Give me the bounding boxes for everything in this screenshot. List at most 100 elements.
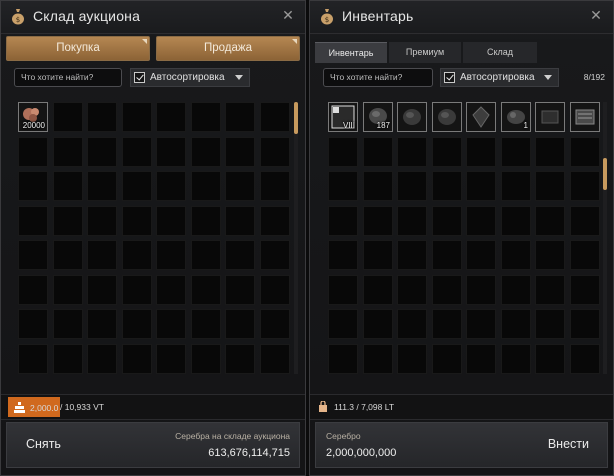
auction-slot[interactable] [225,102,255,132]
auction-scroll-thumb[interactable] [294,102,298,134]
checkbox-checked-icon[interactable] [134,72,145,83]
dropdown-arrow-icon[interactable] [544,75,552,80]
inventory-slot[interactable]: 1 [501,102,531,132]
auction-slot[interactable] [156,102,186,132]
auction-slot[interactable] [260,309,290,339]
inventory-slot[interactable] [535,137,565,167]
inventory-slot[interactable] [535,171,565,201]
inventory-slot[interactable] [363,275,393,305]
inventory-slot[interactable] [501,171,531,201]
inventory-slot[interactable] [328,275,358,305]
auction-slot[interactable] [191,240,221,270]
inventory-slot[interactable] [466,344,496,374]
inventory-autosort-toggle[interactable]: Автосортировка [440,68,559,87]
inventory-slot[interactable] [328,240,358,270]
inventory-slot[interactable] [363,240,393,270]
auction-slot[interactable] [191,137,221,167]
auction-slot[interactable] [225,206,255,236]
auction-slot[interactable] [122,309,152,339]
inventory-slot[interactable] [466,240,496,270]
auction-slot[interactable] [18,206,48,236]
inventory-slot[interactable] [466,309,496,339]
inventory-slot[interactable] [432,206,462,236]
auction-slot[interactable] [87,102,117,132]
auction-slot[interactable] [87,137,117,167]
inventory-slot[interactable] [501,275,531,305]
inventory-slot[interactable] [432,137,462,167]
auction-slot[interactable] [18,309,48,339]
auction-slot[interactable] [191,206,221,236]
auction-slot[interactable] [191,344,221,374]
inventory-slot[interactable] [535,102,565,132]
inventory-slot[interactable] [501,344,531,374]
auction-slot[interactable] [156,275,186,305]
dropdown-arrow-icon[interactable] [235,75,243,80]
auction-slot[interactable] [87,275,117,305]
inventory-slot[interactable] [535,240,565,270]
inventory-slot[interactable] [501,240,531,270]
inventory-slot[interactable] [328,206,358,236]
auction-slot[interactable] [87,309,117,339]
inventory-slot[interactable] [432,309,462,339]
auction-slot[interactable] [191,171,221,201]
auction-slot[interactable] [122,102,152,132]
auction-slot[interactable] [191,309,221,339]
inventory-slot[interactable] [363,171,393,201]
auction-slot[interactable] [191,102,221,132]
auction-slot[interactable] [53,344,83,374]
auction-slot[interactable] [225,344,255,374]
inventory-slot[interactable] [466,171,496,201]
auction-slot[interactable] [225,275,255,305]
auction-slot[interactable] [260,102,290,132]
auction-slot[interactable] [122,240,152,270]
auction-slot[interactable]: 20000 [18,102,48,132]
inventory-slot[interactable]: 187 [363,102,393,132]
auction-slot[interactable] [260,137,290,167]
tab-premium[interactable]: Премиум [389,42,461,63]
inventory-slot[interactable] [328,171,358,201]
inventory-slot[interactable] [328,137,358,167]
auction-slot[interactable] [225,309,255,339]
auction-slot[interactable] [156,171,186,201]
inventory-slot[interactable] [363,137,393,167]
inventory-slot[interactable] [466,137,496,167]
close-icon[interactable]: ✕ [589,8,603,22]
inventory-slot[interactable] [363,206,393,236]
auction-slot[interactable] [87,344,117,374]
tab-inventory[interactable]: Инвентарь [315,42,387,63]
auction-slot[interactable] [18,171,48,201]
auction-slot[interactable] [225,171,255,201]
inventory-slot[interactable] [432,344,462,374]
inventory-slot[interactable] [535,309,565,339]
inventory-slot[interactable] [432,240,462,270]
auction-slot[interactable] [18,137,48,167]
inventory-scroll-thumb[interactable] [603,158,607,190]
inventory-slot[interactable] [432,275,462,305]
inventory-slot[interactable] [466,206,496,236]
auction-slot[interactable] [18,275,48,305]
auction-slot[interactable] [122,137,152,167]
inventory-slot[interactable] [501,309,531,339]
auction-slot[interactable] [53,275,83,305]
auction-slot[interactable] [260,344,290,374]
auction-autosort-toggle[interactable]: Автосортировка [130,68,250,87]
inventory-slot[interactable] [328,309,358,339]
auction-slot[interactable] [156,137,186,167]
inventory-titlebar[interactable]: $ Инвентарь ✕ [310,1,613,34]
inventory-slot[interactable] [570,171,600,201]
inventory-slot[interactable] [363,309,393,339]
auction-scrollbar[interactable] [294,102,298,374]
auction-slot[interactable] [18,240,48,270]
inventory-slot[interactable] [570,206,600,236]
inventory-slot[interactable] [397,344,427,374]
inventory-slot[interactable] [432,171,462,201]
auction-slot[interactable] [53,206,83,236]
inventory-slot[interactable] [535,275,565,305]
inventory-slot[interactable] [397,275,427,305]
auction-slot[interactable] [87,240,117,270]
auction-slot[interactable] [122,206,152,236]
auction-slot[interactable] [122,344,152,374]
auction-titlebar[interactable]: $ Склад аукциона ✕ [1,1,305,34]
deposit-button[interactable]: Внести [548,437,589,451]
inventory-slot[interactable] [466,275,496,305]
